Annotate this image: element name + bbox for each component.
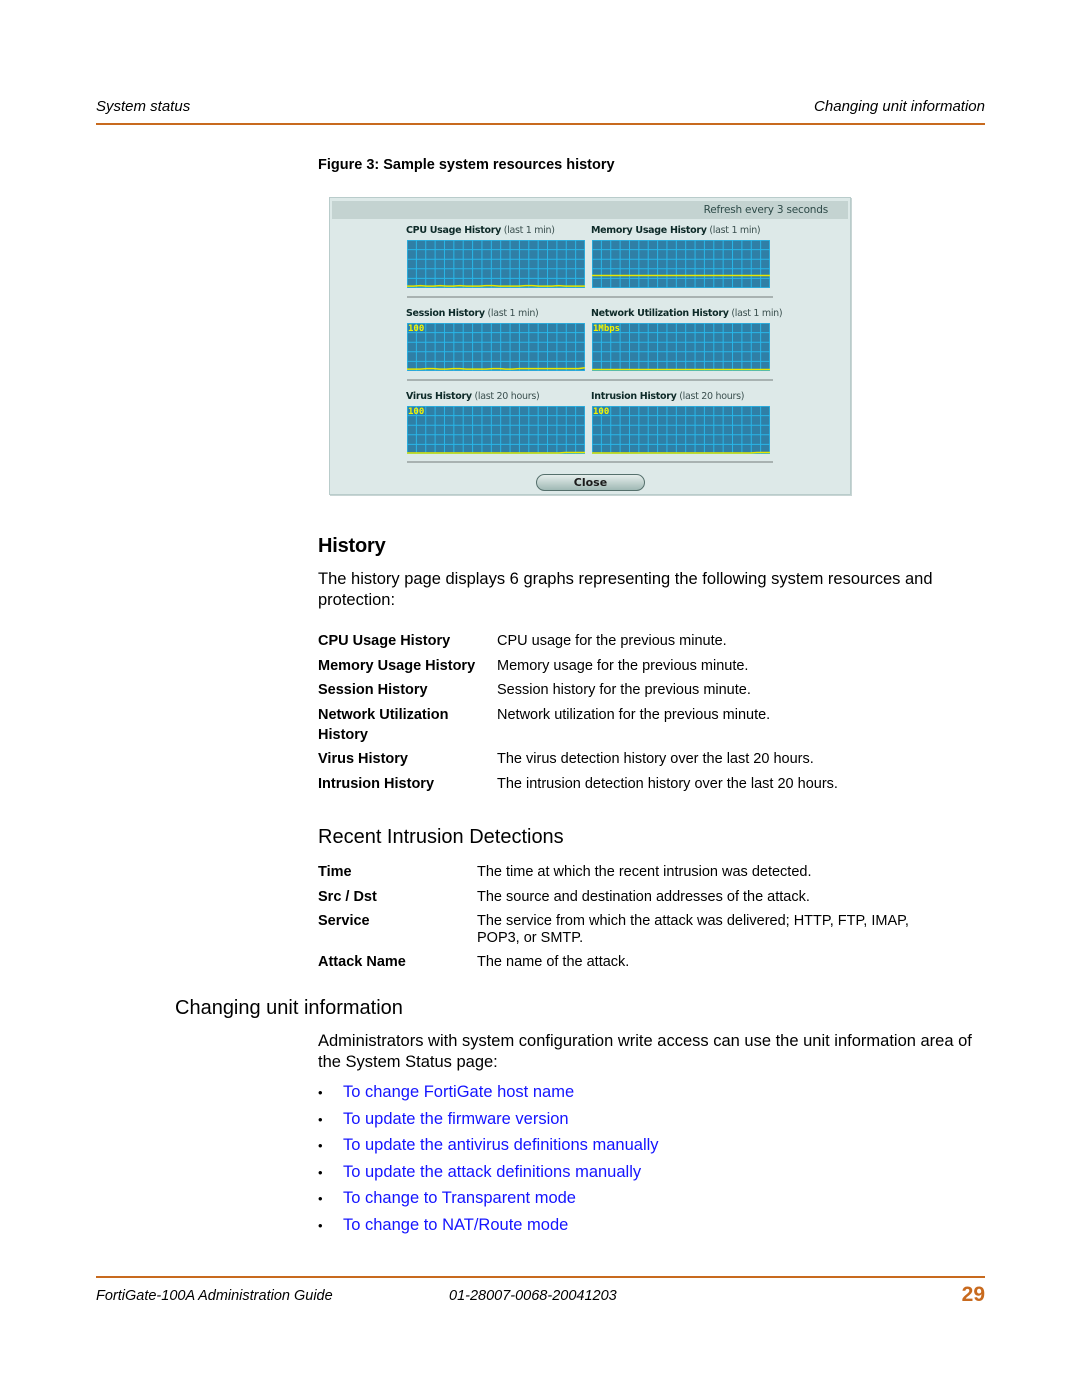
definition-desc: CPU usage for the previous minute. (497, 633, 727, 649)
bullet-icon: • (318, 1111, 323, 1127)
graph-background (407, 240, 585, 288)
header-topic: Changing unit information (814, 98, 985, 115)
memory-history-graph (592, 240, 770, 288)
cpu-history-graph (407, 240, 585, 288)
definition-desc-cont: POP3, or SMTP. (477, 930, 584, 946)
link-nat-route-mode[interactable]: To change to NAT/Route mode (343, 1216, 568, 1234)
graph-trace (407, 451, 585, 454)
graph-background (592, 406, 770, 454)
definition-desc: The source and destination addresses of … (477, 889, 810, 905)
graph-canvas (407, 240, 585, 288)
unit-info-intro: Administrators with system configuration… (318, 1032, 972, 1071)
footer-doc-number: 01-28007-0068-20041203 (449, 1288, 617, 1304)
graph-canvas (592, 406, 770, 454)
history-heading: History (318, 535, 386, 557)
definition-desc: The intrusion detection history over the… (497, 776, 838, 792)
definition-term: Session History (318, 682, 428, 698)
network-history-title: Network Utilization History (last 1 min) (591, 308, 783, 319)
link-transparent-mode[interactable]: To change to Transparent mode (343, 1189, 576, 1207)
definition-desc: Network utilization for the previous min… (497, 707, 771, 723)
intrusion-history-graph: 100 (592, 406, 770, 454)
history-intro: The history page displays 6 graphs repre… (318, 570, 933, 609)
definition-term: Intrusion History (318, 776, 435, 792)
definition-desc: Session history for the previous minute. (497, 682, 751, 698)
definition-term: Attack Name (318, 954, 406, 970)
graph-canvas (407, 323, 585, 371)
definition-term-cont: History (318, 726, 368, 743)
definition-desc: The time at which the recent intrusion w… (477, 864, 812, 880)
cpu-history-title: CPU Usage History (last 1 min) (406, 225, 555, 236)
graph-scale-label: 100 (408, 407, 425, 417)
close-button[interactable]: Close (536, 474, 645, 491)
list-item: • To update the antivirus definitions man… (318, 1135, 659, 1162)
link-change-host-name[interactable]: To change FortiGate host name (343, 1083, 574, 1101)
list-item: • To change to Transparent mode (318, 1188, 659, 1215)
virus-history-graph: 100 (407, 406, 585, 454)
footer-divider (96, 1276, 985, 1278)
bullet-icon: • (318, 1085, 323, 1100)
footer-guide-title: FortiGate-100A Administration Guide (96, 1288, 333, 1304)
system-resources-history-panel: Refresh every 3 seconds CPU Usage Histor… (329, 197, 851, 495)
panel-title-bar: Refresh every 3 seconds (332, 201, 848, 219)
link-update-attack-defs[interactable]: To update the attack definitions manuall… (343, 1163, 641, 1181)
definition-term: Time (318, 864, 352, 880)
definition-term: Network Utilization (318, 707, 449, 723)
virus-history-title: Virus History (last 20 hours) (406, 391, 540, 402)
list-item: • To change FortiGate host name (318, 1082, 659, 1109)
definition-term: Memory Usage History (318, 658, 476, 674)
unit-info-links: • To change FortiGate host name • To updat… (318, 1082, 659, 1242)
figure-caption: Figure 3: Sample system resources histor… (318, 157, 615, 173)
graph-scale-label: 100 (408, 324, 425, 334)
definition-desc: The virus detection history over the las… (497, 751, 814, 767)
definition-term: Src / Dst (318, 889, 377, 905)
link-update-firmware[interactable]: To update the firmware version (343, 1110, 569, 1128)
intrusion-history-title: Intrusion History (last 20 hours) (591, 391, 745, 402)
graph-canvas (407, 406, 585, 454)
list-item: • To update the attack definitions manual… (318, 1162, 659, 1189)
panel-divider (407, 379, 773, 381)
bullet-icon: • (318, 1217, 323, 1233)
definition-desc: The name of the attack. (477, 954, 630, 970)
bullet-icon: • (318, 1138, 323, 1154)
header-divider (96, 123, 985, 125)
session-history-graph: 100 (407, 323, 585, 371)
link-update-antivirus[interactable]: To update the antivirus definitions manu… (343, 1136, 659, 1154)
definition-desc: Memory usage for the previous minute. (497, 658, 749, 674)
graph-trace (407, 366, 585, 370)
graph-scale-label: 1Mbps (593, 324, 621, 334)
definition-term: Service (318, 913, 370, 929)
unit-info-heading: Changing unit information (175, 997, 403, 1019)
bullet-icon: • (318, 1164, 323, 1180)
definition-term: Virus History (318, 751, 408, 767)
graph-canvas (592, 240, 770, 288)
network-history-graph: 1Mbps (592, 323, 770, 371)
graph-background (592, 240, 770, 288)
graph-trace (407, 284, 585, 287)
session-history-title: Session History (last 1 min) (406, 308, 539, 319)
refresh-interval-text: Refresh every 3 seconds (703, 204, 829, 216)
panel-divider (407, 461, 773, 463)
graph-trace (592, 451, 770, 454)
graph-background (407, 323, 585, 371)
page-number: 29 (961, 1283, 985, 1306)
list-item: • To update the firmware version (318, 1109, 659, 1136)
memory-history-title: Memory Usage History (last 1 min) (591, 225, 761, 236)
bullet-icon: • (318, 1191, 323, 1207)
graph-background (407, 406, 585, 454)
graph-scale-label: 100 (593, 407, 610, 417)
list-item: • To change to NAT/Route mode (318, 1215, 659, 1242)
intrusions-heading: Recent Intrusion Detections (318, 826, 564, 848)
header-section: System status (96, 98, 191, 115)
panel-divider (407, 296, 773, 298)
definition-term: CPU Usage History (318, 633, 451, 649)
